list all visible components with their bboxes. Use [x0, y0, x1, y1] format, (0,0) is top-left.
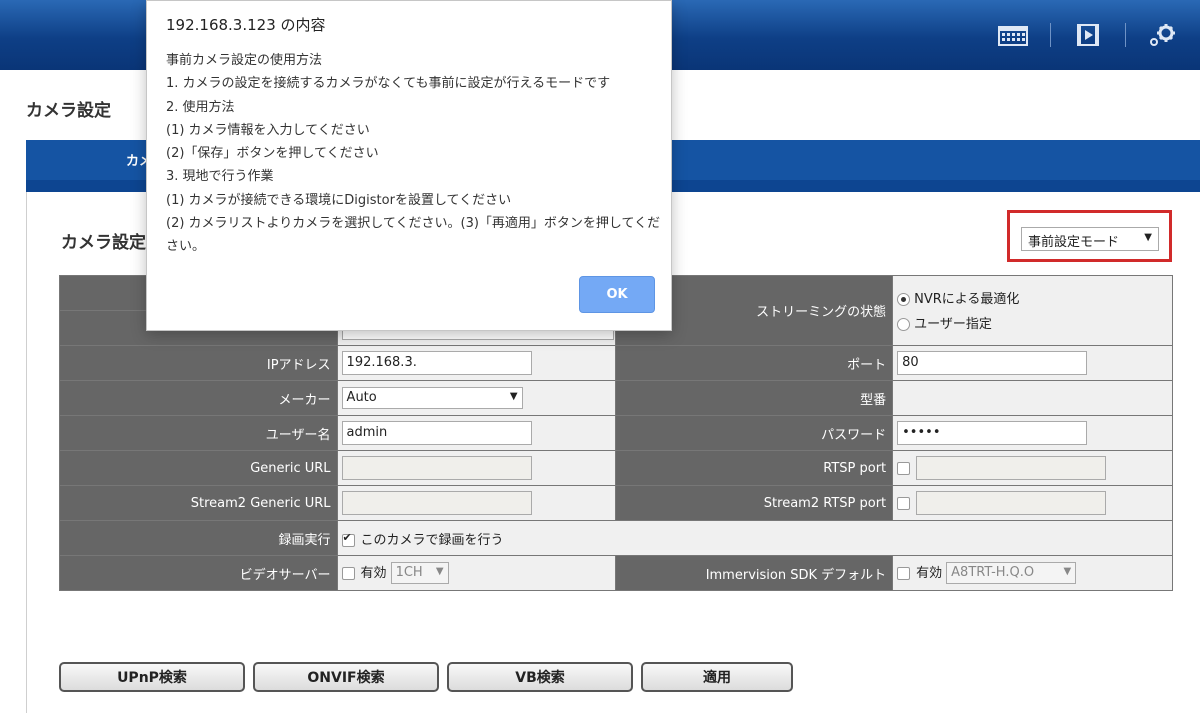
- immervision-checkbox[interactable]: [897, 566, 911, 580]
- section-title: カメラ設定: [61, 233, 146, 253]
- mode-select-value: 事前設定モード: [1028, 235, 1120, 250]
- maker-label: メーカー: [59, 380, 338, 416]
- port-label: ポート: [614, 345, 894, 381]
- immervision-enable-label: 有効: [916, 565, 943, 581]
- dialog-line: (1) カメラが接続できる環境にDigistorを設置してください: [166, 192, 512, 208]
- immervision-cell: 有効 A8TRT-H.Q.O ▼: [892, 555, 1173, 591]
- alert-dialog: 192.168.3.123 の内容 事前カメラ設定の使用方法 1. カメラの設定…: [146, 0, 672, 331]
- maker-select[interactable]: Auto ▼: [341, 387, 523, 409]
- ip-label: IPアドレス: [59, 345, 338, 381]
- record-label: 録画実行: [59, 520, 338, 556]
- rtsp-port-input[interactable]: [916, 456, 1107, 480]
- stream2-url-label: Stream2 Generic URL: [59, 485, 338, 521]
- radio-user-label: ユーザー指定: [914, 316, 992, 332]
- video-server-enable-label: 有効: [360, 565, 387, 581]
- dialog-line: (2) カメラリストよりカメラを選択してください。(3)「再適用」ボタンを押して…: [166, 216, 661, 255]
- password-cell: •••••: [892, 415, 1173, 451]
- stream2-url-cell: [336, 485, 616, 521]
- maker-select-value: Auto: [346, 390, 377, 405]
- streaming-options: NVRによる最適化 ユーザー指定: [892, 275, 1173, 346]
- username-label: ユーザー名: [59, 415, 338, 451]
- record-checkbox-label: このカメラで録画を行う: [360, 532, 504, 548]
- dialog-line: 事前カメラ設定の使用方法: [166, 53, 323, 68]
- video-server-checkbox[interactable]: [341, 566, 355, 580]
- video-server-label: ビデオサーバー: [59, 555, 338, 591]
- immervision-select-value: A8TRT-H.Q.O: [951, 565, 1035, 581]
- port-input[interactable]: 80: [897, 351, 1088, 375]
- vb-search-button[interactable]: VB検索: [447, 662, 633, 692]
- stream2-rtsp-label: Stream2 RTSP port: [614, 485, 894, 521]
- radio-nvr-optimize[interactable]: [897, 292, 911, 306]
- upnp-search-button[interactable]: UPnP検索: [59, 662, 245, 692]
- dialog-title: 192.168.3.123 の内容: [166, 16, 326, 34]
- ip-cell: 192.168.3.: [336, 345, 616, 381]
- dialog-ok-button[interactable]: OK: [579, 276, 655, 313]
- model-label: 型番: [614, 380, 894, 416]
- model-value: [892, 380, 1173, 416]
- record-checkbox[interactable]: [341, 531, 355, 547]
- stream2-rtsp-input[interactable]: [916, 491, 1107, 515]
- header-toolbar: [976, 0, 1200, 70]
- dropdown-arrow-icon: ▼: [509, 391, 518, 402]
- username-cell: admin: [336, 415, 616, 451]
- dialog-line: 1. カメラの設定を接続するカメラがなくても事前に設定が行えるモードです: [166, 76, 611, 92]
- onvif-search-button[interactable]: ONVIF検索: [253, 662, 439, 692]
- rtsp-port-cell: [892, 450, 1173, 486]
- dialog-line: 3. 現地で行う作業: [166, 169, 274, 185]
- username-input[interactable]: admin: [341, 421, 532, 445]
- rtsp-port-checkbox[interactable]: [897, 461, 911, 475]
- dialog-line: (1) カメラ情報を入力してください: [166, 122, 370, 138]
- dropdown-arrow-icon: ▼: [1063, 566, 1072, 578]
- dropdown-arrow-icon: ▼: [435, 566, 444, 578]
- password-input[interactable]: •••••: [897, 421, 1088, 445]
- playback-icon[interactable]: [1051, 0, 1125, 70]
- video-server-cell: 有効 1CH ▼: [336, 555, 616, 591]
- radio-user-defined[interactable]: [897, 317, 911, 331]
- generic-url-label: Generic URL: [59, 450, 338, 486]
- rtsp-port-label: RTSP port: [614, 450, 894, 486]
- immervision-select[interactable]: A8TRT-H.Q.O ▼: [946, 562, 1077, 585]
- record-cell: このカメラで録画を行う: [336, 520, 1174, 556]
- stream2-rtsp-cell: [892, 485, 1173, 521]
- port-cell: 80: [892, 345, 1173, 381]
- dialog-message: 事前カメラ設定の使用方法 1. カメラの設定を接続するカメラがなくても事前に設定…: [166, 49, 671, 259]
- radio-nvr-label: NVRによる最適化: [914, 291, 1020, 307]
- stream2-rtsp-checkbox[interactable]: [897, 496, 911, 510]
- maker-cell: Auto ▼: [336, 380, 616, 416]
- generic-url-input[interactable]: [341, 456, 532, 480]
- gear-icon[interactable]: [1126, 0, 1200, 70]
- mode-select[interactable]: 事前設定モード ▼: [1021, 227, 1159, 251]
- page-title: カメラ設定: [26, 101, 111, 121]
- apply-button[interactable]: 適用: [641, 662, 793, 692]
- dropdown-arrow-icon: ▼: [1144, 232, 1152, 243]
- calendar-grid-icon[interactable]: [976, 0, 1050, 70]
- video-server-select[interactable]: 1CH ▼: [390, 562, 449, 585]
- password-label: パスワード: [614, 415, 894, 451]
- action-buttons: UPnP検索 ONVIF検索 VB検索 適用: [59, 662, 793, 692]
- generic-url-cell: [336, 450, 616, 486]
- ip-address-input[interactable]: 192.168.3.: [341, 351, 532, 375]
- dialog-line: (2)「保存」ボタンを押してください: [166, 146, 379, 162]
- video-server-select-value: 1CH: [395, 565, 423, 581]
- stream2-url-input[interactable]: [341, 491, 532, 515]
- immervision-label: Immervision SDK デフォルト: [614, 555, 894, 591]
- dialog-line: 2. 使用方法: [166, 99, 235, 115]
